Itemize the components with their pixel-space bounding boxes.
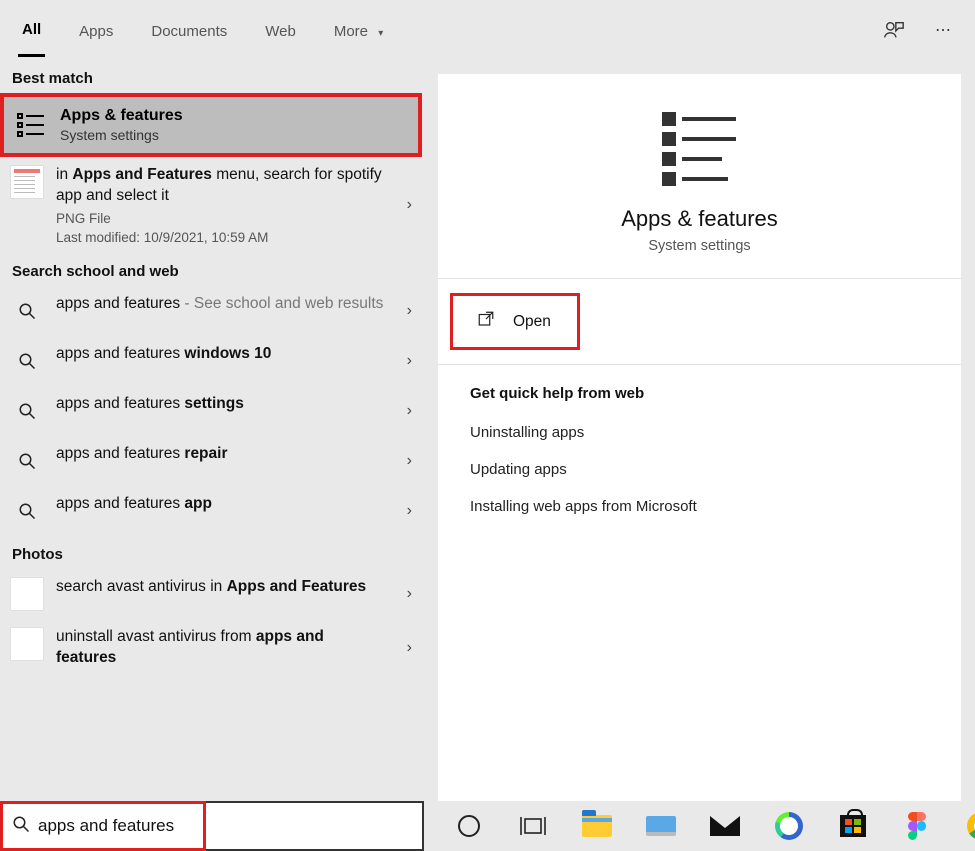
search-icon xyxy=(10,444,44,478)
chevron-right-icon[interactable]: › xyxy=(407,196,412,214)
chevron-down-icon: ▾ xyxy=(378,28,383,39)
tab-documents[interactable]: Documents xyxy=(147,5,231,56)
web-result-text: apps and features - See school and web r… xyxy=(56,294,384,315)
chevron-right-icon[interactable]: › xyxy=(407,502,412,520)
web-result-5[interactable]: apps and features app › xyxy=(0,486,424,536)
taskbar-chrome-icon[interactable] xyxy=(960,805,975,847)
search-box[interactable] xyxy=(0,801,424,851)
file-result-item[interactable]: in Apps and Features menu, search for sp… xyxy=(0,157,424,253)
file-result-modified: Last modified: 10/9/2021, 10:59 AM xyxy=(56,230,384,245)
taskbar-edge-icon[interactable] xyxy=(768,805,810,847)
help-link-installing-web-apps[interactable]: Installing web apps from Microsoft xyxy=(438,488,961,525)
details-subtitle: System settings xyxy=(648,238,750,254)
tab-more-label: More xyxy=(334,23,368,40)
search-results-column: Best match Apps & features System settin… xyxy=(0,60,424,801)
web-result-text: apps and features settings xyxy=(56,394,384,415)
details-title: Apps & features xyxy=(621,206,778,232)
open-label: Open xyxy=(513,313,551,331)
taskbar xyxy=(424,801,975,851)
chevron-right-icon[interactable]: › xyxy=(407,585,412,603)
file-result-type: PNG File xyxy=(56,211,384,226)
web-result-4[interactable]: apps and features repair › xyxy=(0,436,424,486)
file-result-title: in Apps and Features menu, search for sp… xyxy=(56,165,384,207)
photo-result-2[interactable]: uninstall avast antivirus from apps and … xyxy=(0,619,424,677)
taskbar-microsoft-store-icon[interactable] xyxy=(832,805,874,847)
best-match-title: Apps & features xyxy=(60,107,183,125)
section-photos: Photos xyxy=(0,536,424,569)
taskbar-cortana-icon[interactable] xyxy=(448,805,490,847)
search-icon xyxy=(10,394,44,428)
image-thumbnail-icon xyxy=(10,627,44,661)
taskbar-file-explorer-icon[interactable] xyxy=(576,805,618,847)
tab-more[interactable]: More ▾ xyxy=(330,5,387,56)
taskbar-task-view-icon[interactable] xyxy=(512,805,554,847)
tab-apps[interactable]: Apps xyxy=(75,5,117,56)
search-icon xyxy=(10,494,44,528)
apps-features-list-icon xyxy=(14,108,48,142)
photo-result-text: uninstall avast antivirus from apps and … xyxy=(56,627,384,669)
web-result-2[interactable]: apps and features windows 10 › xyxy=(0,336,424,386)
web-result-text: apps and features windows 10 xyxy=(56,344,384,365)
web-result-text: apps and features app xyxy=(56,494,384,515)
open-external-icon xyxy=(477,310,495,333)
open-button[interactable]: Open xyxy=(450,293,580,350)
help-link-uninstalling[interactable]: Uninstalling apps xyxy=(438,414,961,451)
result-details-column: Apps & features System settings Open Get… xyxy=(424,60,975,801)
chevron-right-icon[interactable]: › xyxy=(407,452,412,470)
web-result-text: apps and features repair xyxy=(56,444,384,465)
photo-result-text: search avast antivirus in Apps and Featu… xyxy=(56,577,384,598)
search-icon xyxy=(10,294,44,328)
help-header: Get quick help from web xyxy=(438,365,961,414)
more-options-icon[interactable]: ⋯ xyxy=(933,19,955,41)
section-search-web: Search school and web xyxy=(0,253,424,286)
web-result-1[interactable]: apps and features - See school and web r… xyxy=(0,286,424,336)
help-link-updating[interactable]: Updating apps xyxy=(438,451,961,488)
feedback-icon[interactable] xyxy=(883,19,905,41)
photo-result-1[interactable]: search avast antivirus in Apps and Featu… xyxy=(0,569,424,619)
chevron-right-icon[interactable]: › xyxy=(407,352,412,370)
taskbar-figma-icon[interactable] xyxy=(896,805,938,847)
png-thumbnail-icon xyxy=(10,165,44,199)
tab-web[interactable]: Web xyxy=(261,5,300,56)
apps-features-large-icon xyxy=(658,104,742,188)
image-thumbnail-icon xyxy=(10,577,44,611)
chevron-right-icon[interactable]: › xyxy=(407,639,412,657)
taskbar-mail-icon[interactable] xyxy=(704,805,746,847)
tab-all[interactable]: All xyxy=(18,3,45,57)
search-filter-tabs: All Apps Documents Web More ▾ ⋯ xyxy=(0,0,975,60)
search-icon xyxy=(10,815,32,838)
section-best-match: Best match xyxy=(0,60,424,93)
search-input[interactable] xyxy=(32,812,414,840)
web-result-3[interactable]: apps and features settings › xyxy=(0,386,424,436)
best-match-subtitle: System settings xyxy=(60,127,183,143)
taskbar-onscreen-keyboard-icon[interactable] xyxy=(640,805,682,847)
search-icon xyxy=(10,344,44,378)
chevron-right-icon[interactable]: › xyxy=(407,402,412,420)
chevron-right-icon[interactable]: › xyxy=(407,302,412,320)
best-match-item[interactable]: Apps & features System settings xyxy=(0,93,422,157)
